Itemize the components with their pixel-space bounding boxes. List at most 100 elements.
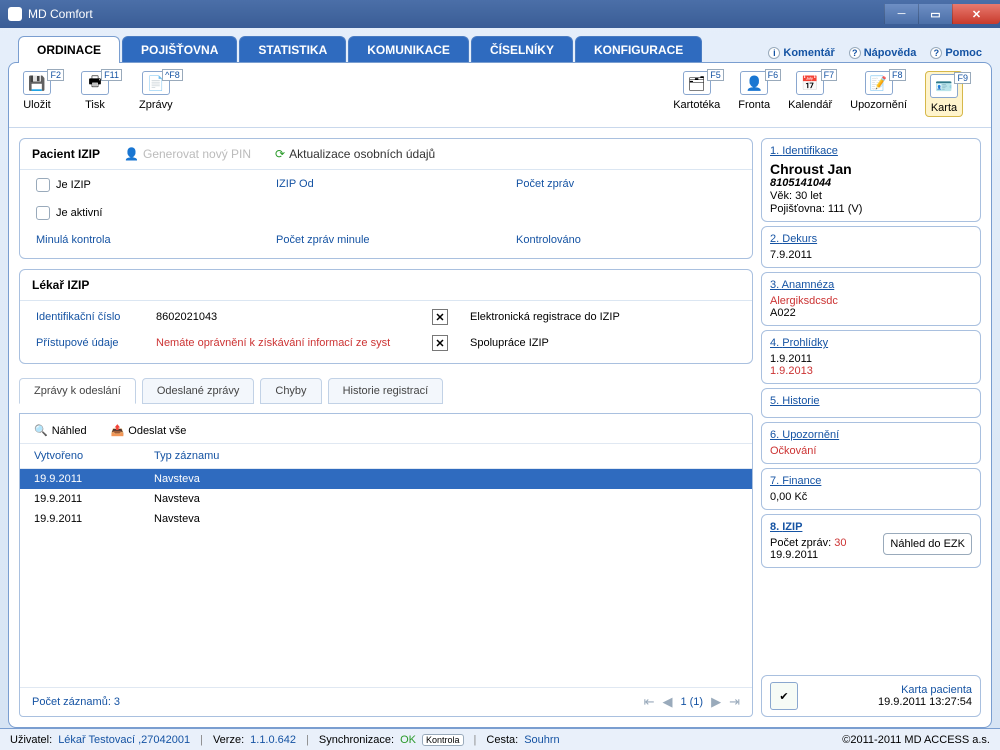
calendar-icon: 📅F7 [796, 71, 824, 95]
side-upozorneni[interactable]: 6. Upozornění Očkování [761, 422, 981, 464]
fronta-button[interactable]: 👤F6 Fronta [738, 71, 770, 117]
pacient-title: Pacient IZIP [32, 147, 100, 161]
close-button[interactable]: ✕ [952, 4, 1000, 24]
pristup-value: Nemáte oprávnění k získávání informací z… [156, 337, 422, 349]
folder-icon: 🗂F5 [683, 71, 711, 95]
pristup-label: Přístupové údaje [36, 337, 146, 349]
pager-first-icon[interactable]: ⇤ [644, 694, 655, 710]
col-vytvoreno[interactable]: Vytvořeno [34, 450, 154, 462]
pocet-zprav-label: Počet zpráv [516, 178, 736, 192]
side-identifikace[interactable]: 1. Identifikace Chroust Jan 8105141044 V… [761, 138, 981, 222]
record-count: Počet záznamů: 3 [32, 696, 120, 708]
tab-konfigurace[interactable]: KONFIGURACE [575, 36, 702, 63]
main-tabs: ORDINACE POJIŠŤOVNA STATISTIKA KOMUNIKAC… [8, 36, 704, 63]
status-version: 1.1.0.642 [250, 734, 296, 746]
odeslat-vse-button[interactable]: 📤Odeslat vše [111, 424, 187, 437]
side-izip[interactable]: 8. IZIP Náhled do EZK Počet zpráv: 30 19… [761, 514, 981, 568]
side-finance[interactable]: 7. Finance 0,00 Kč [761, 468, 981, 510]
table-row[interactable]: 19.9.2011Navsteva [20, 509, 752, 529]
person-icon: 👤F6 [740, 71, 768, 95]
preview-icon: 🔍 [34, 424, 48, 437]
pager-last-icon[interactable]: ⇥ [729, 694, 740, 710]
generate-pin-link[interactable]: 👤Generovat nový PIN [124, 147, 251, 161]
lekar-title: Lékař IZIP [32, 278, 89, 292]
col-typ[interactable]: Typ záznamu [154, 450, 738, 462]
statusbar: Uživatel: Lékař Testovací ,27042001 | Ve… [0, 728, 1000, 750]
status-cesta[interactable]: Souhrn [524, 734, 559, 746]
help-links: iKomentář ?Nápověda ?Pomoc [768, 43, 992, 63]
kartoteka-button[interactable]: 🗂F5 Kartotéka [673, 71, 720, 117]
subtabs: Zprávy k odeslání Odeslané zprávy Chyby … [19, 378, 753, 404]
side-dekurs[interactable]: 2. Dekurs 7.9.2011 [761, 226, 981, 268]
napoveda-link[interactable]: ?Nápověda [849, 47, 917, 59]
kontrola-button[interactable]: Kontrola [422, 734, 464, 746]
help-icon: ? [849, 47, 861, 59]
subtab-odeslane[interactable]: Odeslané zprávy [142, 378, 255, 404]
subtab-chyby[interactable]: Chyby [260, 378, 321, 404]
tab-pojistovna[interactable]: POJIŠŤOVNA [122, 36, 237, 63]
patient-insurance: Pojišťovna: 111 (V) [770, 203, 972, 215]
patient-age: Věk: 30 let [770, 190, 972, 202]
user-icon: 👤 [124, 147, 139, 161]
minula-kontrola-label: Minulá kontrola [36, 234, 256, 246]
messages-button[interactable]: 📄^F8 Zprávy [139, 71, 173, 111]
nahled-button[interactable]: 🔍Náhled [34, 424, 87, 437]
komentar-link[interactable]: iKomentář [768, 47, 834, 59]
window-title: MD Comfort [28, 7, 93, 21]
pocet-zprav-minule-label: Počet zpráv minule [276, 234, 496, 246]
upozorneni-button[interactable]: 📝F8 Upozornění [850, 71, 907, 117]
lekar-panel: Lékař IZIP Identifikační číslo 860202104… [19, 269, 753, 364]
pager-label: 1 (1) [680, 696, 703, 708]
pager-prev-icon[interactable]: ◀ [662, 694, 672, 710]
karta-pacienta-link[interactable]: Karta pacienta [878, 684, 972, 696]
info-icon: i [768, 47, 780, 59]
tab-statistika[interactable]: STATISTIKA [239, 36, 346, 63]
side-anamneza[interactable]: 3. Anamnéza Alergiksdcsdc A022 [761, 272, 981, 326]
note-icon: 📝F8 [865, 71, 893, 95]
tab-ordinace[interactable]: ORDINACE [18, 36, 120, 63]
pomoc-link[interactable]: ?Pomoc [930, 47, 982, 59]
minimize-button[interactable]: ─ [884, 4, 918, 24]
aktualizace-link[interactable]: ⟳Aktualizace osobních údajů [275, 147, 435, 161]
izip-od-label: IZIP Od [276, 178, 496, 192]
side-prohlidky[interactable]: 4. Prohlídky 1.9.2011 1.9.2013 [761, 330, 981, 384]
refresh-icon: ⟳ [275, 147, 285, 161]
titlebar: MD Comfort ─ ▭ ✕ [0, 0, 1000, 28]
tab-ciselniky[interactable]: ČÍSELNÍKY [471, 36, 573, 63]
status-user[interactable]: Lékař Testovací ,27042001 [58, 734, 190, 746]
id-label: Identifikační číslo [36, 311, 146, 323]
spoluprace-checkbox[interactable]: ✕ [432, 335, 448, 351]
patient-rc: 8105141044 [770, 177, 972, 189]
printer-icon: 🖶F11 [81, 71, 109, 95]
send-icon: 📤 [111, 424, 125, 437]
side-historie[interactable]: 5. Historie [761, 388, 981, 418]
kalendar-button[interactable]: 📅F7 Kalendář [788, 71, 832, 117]
subtab-historie[interactable]: Historie registrací [328, 378, 444, 404]
kontrolovano-label: Kontrolováno [516, 234, 736, 246]
status-sync: OK [400, 734, 416, 746]
table-row[interactable]: 19.9.2011Navsteva [20, 489, 752, 509]
maximize-button[interactable]: ▭ [918, 4, 952, 24]
je-aktivni-checkbox[interactable]: Je aktivní [36, 206, 256, 220]
timestamp: 19.9.2011 13:27:54 [878, 696, 972, 708]
table-row[interactable]: 19.9.2011Navsteva [20, 469, 752, 489]
save-icon: 💾F2 [23, 71, 51, 95]
copyright: ©2011-2011 MD ACCESS a.s. [842, 734, 990, 746]
help-icon: ? [930, 47, 942, 59]
side-footer: ✔ Karta pacienta 19.9.2011 13:27:54 [761, 675, 981, 717]
document-icon: 📄^F8 [142, 71, 170, 95]
ereg-checkbox[interactable]: ✕ [432, 309, 448, 325]
ereg-label: Elektronická registrace do IZIP [470, 311, 736, 323]
karta-button[interactable]: 🪪F9 Karta [925, 71, 963, 117]
tab-komunikace[interactable]: KOMUNIKACE [348, 36, 469, 63]
id-value: 8602021043 [156, 311, 422, 323]
list-panel: 🔍Náhled 📤Odeslat vše Vytvořeno Typ zázna… [19, 413, 753, 717]
pager-next-icon[interactable]: ▶ [711, 694, 721, 710]
nahled-ezk-button[interactable]: Náhled do EZK [883, 533, 972, 555]
subtab-odeslani[interactable]: Zprávy k odeslání [19, 378, 136, 404]
document-check-icon: ✔ [770, 682, 798, 710]
je-izip-checkbox[interactable]: Je IZIP [36, 178, 256, 192]
app-icon [8, 7, 22, 21]
save-button[interactable]: 💾F2 Uložit [23, 71, 51, 111]
print-button[interactable]: 🖶F11 Tisk [81, 71, 109, 111]
